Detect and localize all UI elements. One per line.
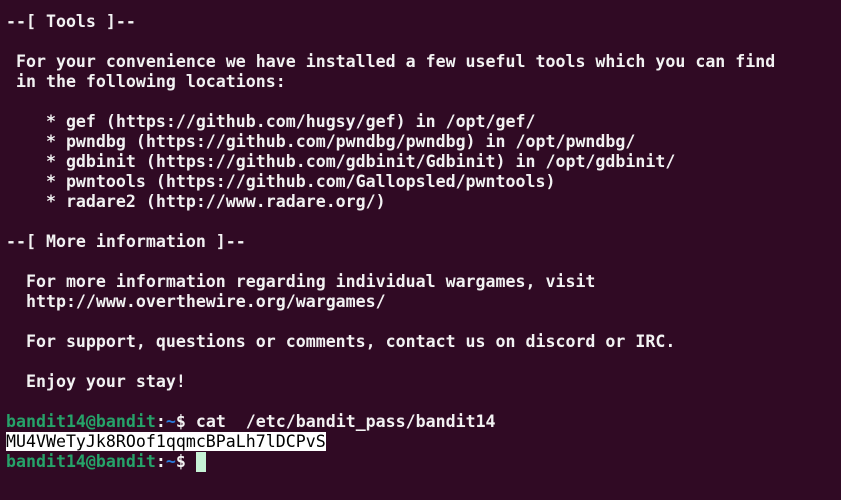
prompt-colon: : bbox=[155, 412, 166, 431]
motd-line bbox=[6, 252, 841, 272]
terminal[interactable]: --[ Tools ]-- For your convenience we ha… bbox=[0, 0, 841, 472]
motd-line: http://www.overthewire.org/wargames/ bbox=[6, 292, 386, 311]
cursor bbox=[195, 452, 206, 472]
motd-line: --[ More information ]-- bbox=[6, 232, 246, 251]
prompt-symbol: $ bbox=[175, 452, 196, 471]
motd-line: * pwndbg (https://github.com/pwndbg/pwnd… bbox=[6, 132, 636, 151]
prompt-user-host: bandit14@bandit bbox=[6, 412, 156, 431]
prompt-cwd: ~ bbox=[165, 412, 176, 431]
motd-text: --[ Tools ]-- For your convenience we ha… bbox=[6, 12, 841, 412]
command-line: bandit14@bandit:~$ cat /etc/bandit_pass/… bbox=[6, 412, 841, 432]
motd-line: * radare2 (http://www.radare.org/) bbox=[6, 192, 386, 211]
motd-line: For more information regarding individua… bbox=[6, 272, 596, 291]
prompt-user-host: bandit14@bandit bbox=[6, 452, 156, 471]
prompt-cwd: ~ bbox=[165, 452, 176, 471]
motd-line bbox=[6, 32, 841, 52]
motd-line: For support, questions or comments, cont… bbox=[6, 332, 676, 351]
password-output[interactable]: MU4VWeTyJk8ROof1qqmcBPaLh7lDCPvS bbox=[6, 432, 326, 451]
command-text: cat /etc/bandit_pass/bandit14 bbox=[195, 412, 496, 431]
motd-line: in the following locations: bbox=[6, 72, 286, 91]
motd-line bbox=[6, 212, 841, 232]
motd-line bbox=[6, 352, 841, 372]
prompt-symbol: $ bbox=[175, 412, 196, 431]
prompt-colon: : bbox=[155, 452, 166, 471]
motd-line bbox=[6, 312, 841, 332]
motd-line: --[ Tools ]-- bbox=[6, 12, 136, 31]
motd-line: * gdbinit (https://github.com/gdbinit/Gd… bbox=[6, 152, 676, 171]
output-line: MU4VWeTyJk8ROof1qqmcBPaLh7lDCPvS bbox=[6, 432, 841, 452]
motd-line bbox=[6, 392, 841, 412]
motd-line: * gef (https://github.com/hugsy/gef) in … bbox=[6, 112, 536, 131]
motd-line: For your convenience we have installed a… bbox=[6, 52, 776, 71]
active-prompt-line[interactable]: bandit14@bandit:~$ bbox=[6, 452, 841, 472]
motd-line: Enjoy your stay! bbox=[6, 372, 186, 391]
motd-line bbox=[6, 92, 841, 112]
motd-line: * pwntools (https://github.com/Gallopsle… bbox=[6, 172, 556, 191]
